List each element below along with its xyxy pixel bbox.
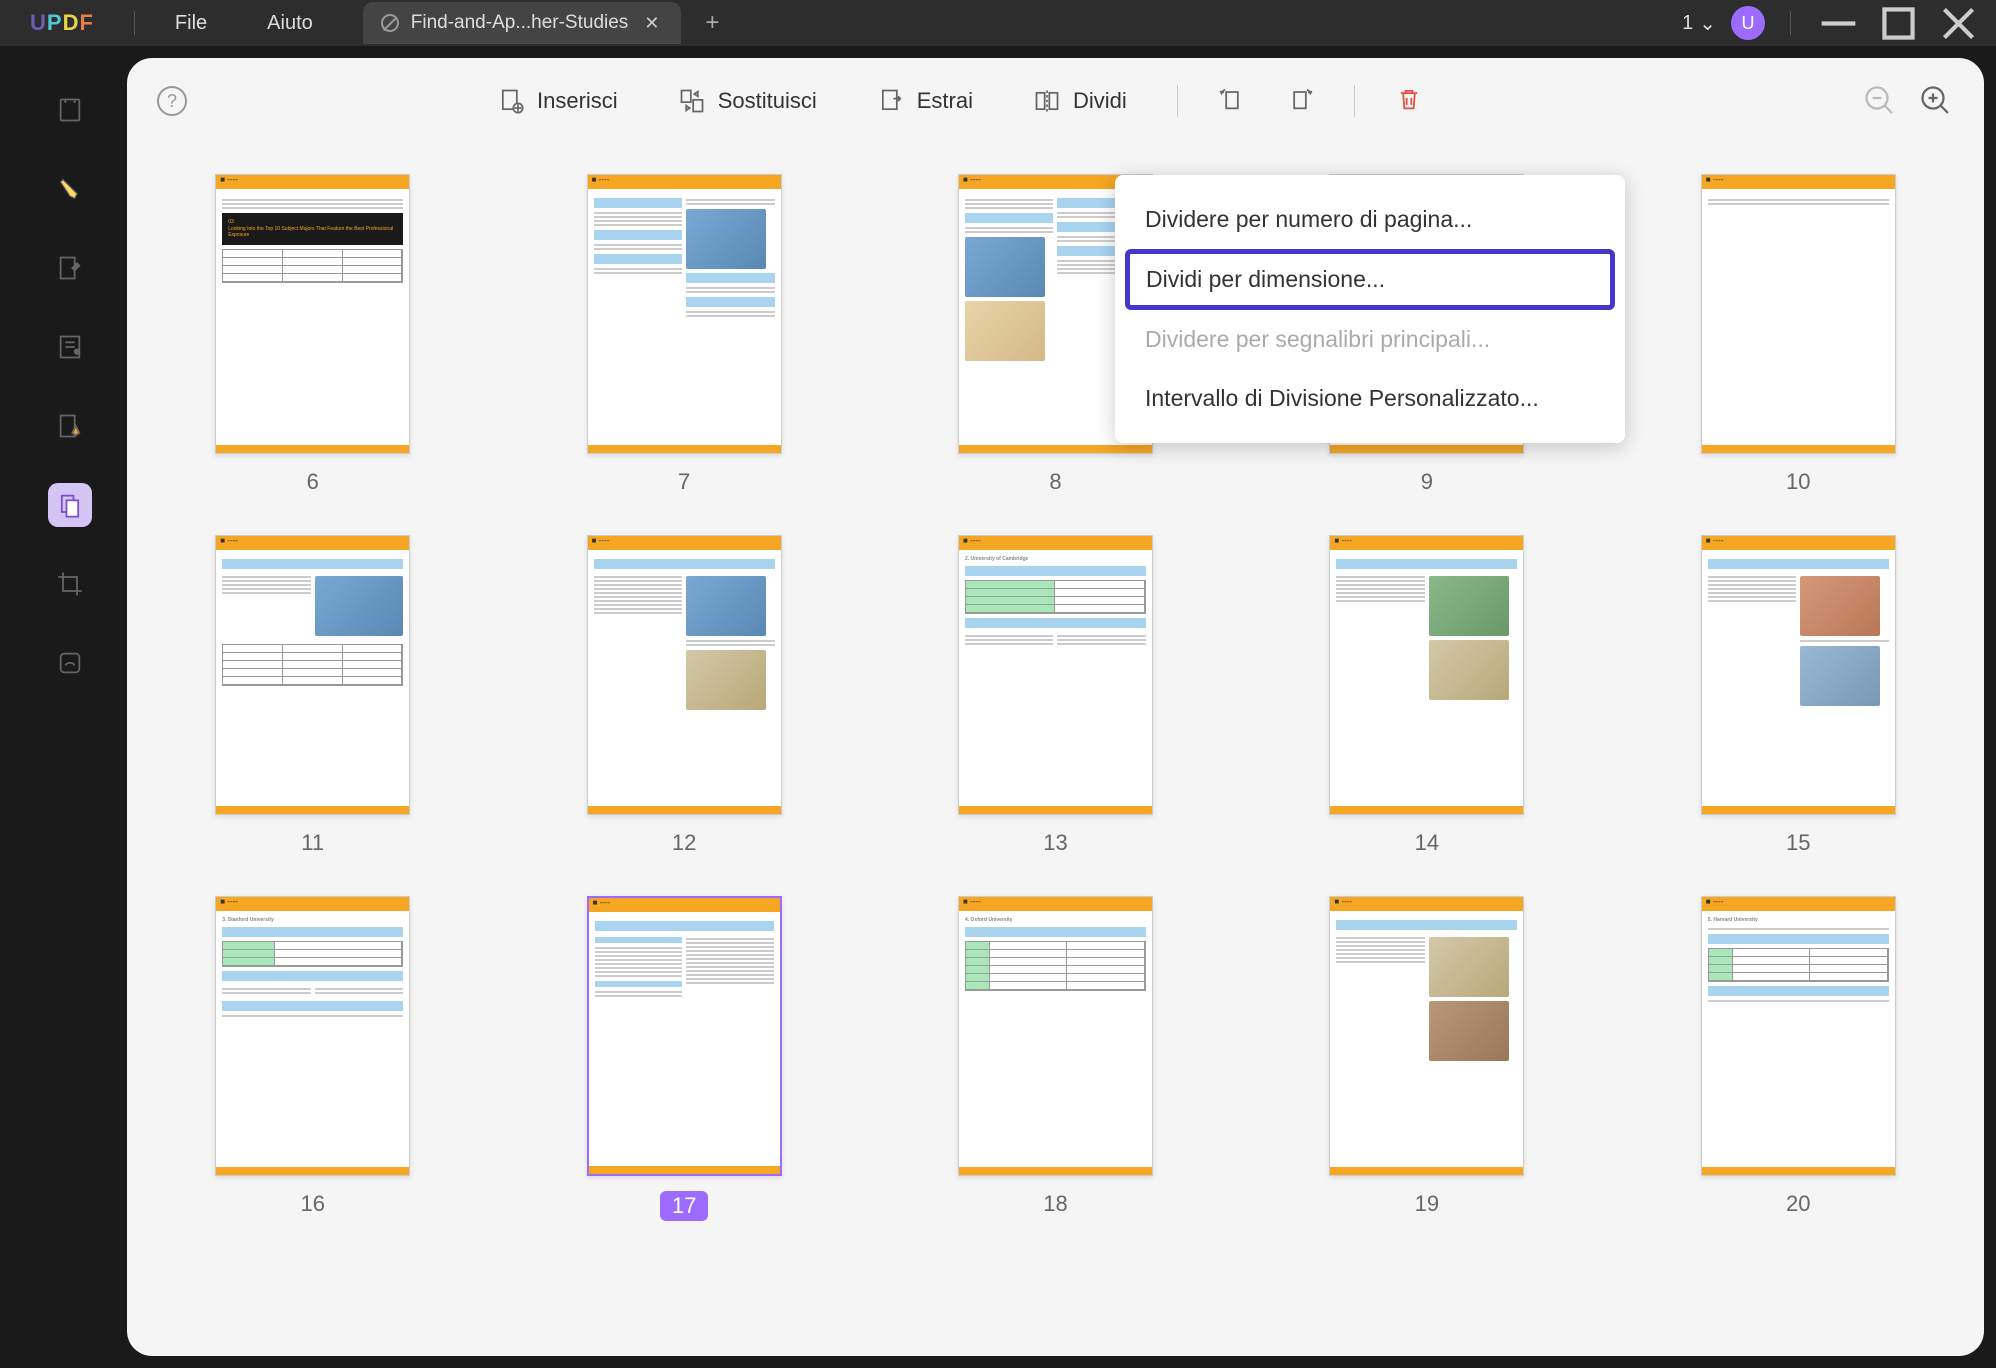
page-thumbnail[interactable]: 12	[548, 535, 819, 856]
page-thumbnail[interactable]: 19	[1291, 896, 1562, 1221]
sidebar-crop-button[interactable]	[48, 562, 92, 606]
menu-file[interactable]: File	[145, 12, 237, 35]
page-number: 18	[1043, 1191, 1067, 1217]
insert-label: Inserisci	[537, 88, 618, 114]
page-thumbnail[interactable]: 15	[1663, 535, 1934, 856]
document-tab[interactable]: Find-and-Ap...her-Studies ✕	[363, 2, 682, 44]
split-custom-range-option[interactable]: Intervallo di Divisione Personalizzato..…	[1125, 369, 1615, 428]
page-number: 11	[301, 830, 324, 856]
page-number: 8	[1049, 469, 1061, 495]
page-thumbnail[interactable]: 7	[548, 174, 819, 495]
replace-button[interactable]: Sostituisci	[658, 77, 837, 125]
page-preview	[587, 535, 782, 815]
tab-title: Find-and-Ap...her-Studies	[411, 12, 629, 34]
sidebar-edit-button[interactable]	[48, 246, 92, 290]
tab-add-button[interactable]: +	[681, 9, 743, 37]
separator	[1354, 85, 1355, 117]
page-number: 6	[307, 469, 319, 495]
page-number: 19	[1415, 1191, 1439, 1217]
page-thumbnail[interactable]: 17	[548, 896, 819, 1221]
sidebar-reader-button[interactable]	[48, 88, 92, 132]
page-number: 15	[1786, 830, 1810, 856]
rotate-left-button[interactable]	[1208, 75, 1256, 128]
sidebar-comment-button[interactable]	[48, 167, 92, 211]
page-thumbnail[interactable]: 14	[1291, 535, 1562, 856]
toolbar-right	[1862, 83, 1954, 119]
page-preview	[1701, 174, 1896, 454]
titlebar-right: 1 ⌄ U	[1682, 3, 1996, 43]
page-preview: 2. University of Cambridge	[958, 535, 1153, 815]
split-dropdown-menu: Dividere per numero di pagina... Dividi …	[1115, 175, 1625, 443]
separator	[134, 11, 135, 35]
page-preview: 5. Harvard University	[1701, 896, 1896, 1176]
sidebar-form-button[interactable]	[48, 325, 92, 369]
page-preview: 4. Oxford University	[958, 896, 1153, 1176]
split-by-size-option[interactable]: Dividi per dimensione...	[1125, 249, 1615, 310]
menu-help[interactable]: Aiuto	[237, 12, 343, 35]
page-number: 16	[300, 1191, 324, 1217]
sidebar	[12, 58, 127, 1356]
sidebar-protect-button[interactable]	[48, 404, 92, 448]
delete-button[interactable]	[1385, 75, 1433, 128]
content-area: ? Inserisci Sostituisci Estrai Dividi	[127, 58, 1984, 1356]
help-button[interactable]: ?	[157, 86, 187, 116]
page-thumbnail[interactable]: 2. University of Cambridge 13	[920, 535, 1191, 856]
tab-close-button[interactable]: ✕	[640, 13, 663, 34]
split-by-page-option[interactable]: Dividere per numero di pagina...	[1125, 190, 1615, 249]
sidebar-redact-button[interactable]	[48, 641, 92, 685]
doc-count[interactable]: 1 ⌄	[1682, 11, 1716, 36]
page-preview	[1329, 535, 1524, 815]
chevron-down-icon: ⌄	[1699, 11, 1716, 36]
zoom-in-button[interactable]	[1918, 83, 1954, 119]
main-container: ? Inserisci Sostituisci Estrai Dividi	[0, 46, 1996, 1368]
app-logo: UPDF	[0, 10, 124, 36]
replace-label: Sostituisci	[718, 88, 817, 114]
extract-button[interactable]: Estrai	[857, 77, 993, 125]
tab-icon	[381, 14, 399, 32]
split-label: Dividi	[1073, 88, 1127, 114]
page-number: 14	[1415, 830, 1439, 856]
page-number: 7	[678, 469, 690, 495]
separator	[1177, 85, 1178, 117]
page-preview	[587, 896, 782, 1176]
page-preview	[1329, 896, 1524, 1176]
page-preview: 3. Stanford University	[215, 896, 410, 1176]
separator	[1790, 11, 1791, 35]
toolbar: ? Inserisci Sostituisci Estrai Dividi	[127, 58, 1984, 144]
page-thumbnail[interactable]: 5. Harvard University 20	[1663, 896, 1934, 1221]
insert-button[interactable]: Inserisci	[477, 77, 638, 125]
page-thumbnail[interactable]: 03Looking Into the Top 10 Subject Majors…	[177, 174, 448, 495]
page-number: 20	[1786, 1191, 1810, 1217]
sidebar-organize-button[interactable]	[48, 483, 92, 527]
split-by-bookmark-option: Dividere per segnalibri principali...	[1125, 310, 1615, 369]
rotate-right-button[interactable]	[1276, 75, 1324, 128]
window-minimize-button[interactable]	[1816, 3, 1861, 43]
zoom-out-button[interactable]	[1862, 83, 1898, 119]
page-thumbnail[interactable]: 4. Oxford University 18	[920, 896, 1191, 1221]
page-preview	[1701, 535, 1896, 815]
page-number: 10	[1786, 469, 1810, 495]
window-close-button[interactable]	[1936, 3, 1981, 43]
page-thumbnail[interactable]: 3. Stanford University 16	[177, 896, 448, 1221]
extract-label: Estrai	[917, 88, 973, 114]
titlebar: UPDF File Aiuto Find-and-Ap...her-Studie…	[0, 0, 1996, 46]
page-number: 13	[1043, 830, 1067, 856]
user-avatar[interactable]: U	[1731, 6, 1765, 40]
window-maximize-button[interactable]	[1876, 3, 1921, 43]
thumbnail-grid: 03Looking Into the Top 10 Subject Majors…	[127, 144, 1984, 1356]
page-number: 9	[1421, 469, 1433, 495]
page-number: 12	[672, 830, 696, 856]
page-thumbnail[interactable]: 10	[1663, 174, 1934, 495]
page-preview: 03Looking Into the Top 10 Subject Majors…	[215, 174, 410, 454]
page-preview	[587, 174, 782, 454]
page-preview	[215, 535, 410, 815]
page-number: 17	[660, 1191, 708, 1221]
split-button[interactable]: Dividi	[1013, 77, 1147, 125]
doc-count-value: 1	[1682, 12, 1693, 35]
page-thumbnail[interactable]: 11	[177, 535, 448, 856]
